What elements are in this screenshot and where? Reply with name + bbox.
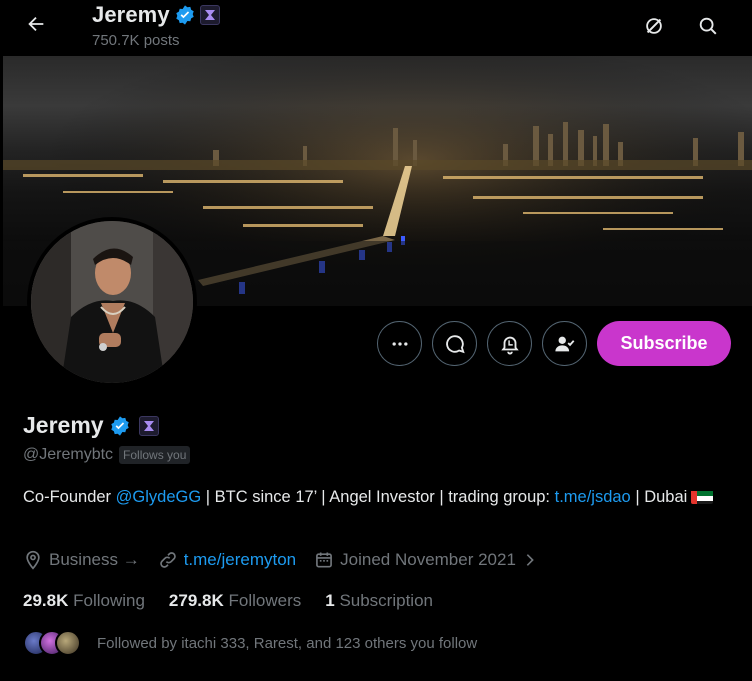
followers-stat[interactable]: 279.8K Followers [169,591,301,611]
follows-you-badge: Follows you [119,446,191,464]
verified-badge-icon [174,4,196,26]
avatar-photo [31,221,193,383]
header-title-block: Jeremy 750.7K posts [92,2,220,49]
bio-text: | Dubai [630,488,688,506]
following-count: 29.8K [23,591,69,610]
handle-row: @Jeremybtc Follows you [23,446,191,464]
top-bar: Jeremy 750.7K posts [0,0,752,55]
grok-icon [646,18,662,34]
uae-flag-icon [691,489,714,504]
more-icon [392,341,407,346]
back-button[interactable] [16,6,56,42]
chevron-right-icon [526,554,534,566]
profile-stats-row: 29.8K Following 279.8K Followers 1 Subsc… [23,591,457,611]
followers-count: 279.8K [168,591,224,610]
more-button[interactable] [377,321,422,366]
back-arrow-icon [28,16,44,32]
following-label: Following [73,591,145,610]
following-button[interactable] [542,321,587,366]
header-name: Jeremy [92,2,170,27]
profile-handle: @Jeremybtc [23,446,114,463]
joined-label: Joined November 2021 [340,550,516,569]
search-button[interactable] [690,8,726,44]
joined-item[interactable]: Joined November 2021 [314,550,538,570]
message-button[interactable] [432,321,477,366]
subscribe-button[interactable]: Subscribe [597,321,731,366]
followed-by-text: Followed by itachi 333, Rarest, and 123 … [97,634,478,652]
post-count: 750.7K posts [92,32,180,49]
bio-telegram-link[interactable]: t.me/jsdao [555,488,631,506]
calendar-icon [316,552,333,568]
location-icon [26,550,40,570]
affiliate-badge-icon[interactable] [138,415,159,436]
message-icon [445,334,465,353]
search-icon [699,17,717,35]
affiliate-badge-icon [199,5,220,25]
following-user-icon [554,336,574,351]
following-stat[interactable]: 29.8K Following [23,591,145,611]
followed-by-row[interactable]: Followed by itachi 333, Rarest, and 123 … [23,630,477,656]
grok-button[interactable] [636,8,672,44]
profile-name-row: Jeremy [23,412,159,439]
notification-bell-icon [500,336,519,355]
bio-text: | BTC since 17’ | Angel Investor | tradi… [201,488,555,506]
profile-name: Jeremy [23,412,104,438]
website-item[interactable]: t.me/jeremyton [158,550,296,570]
profile-bio: Co-Founder @GlydeGG | BTC since 17’ | An… [23,485,738,510]
bio-text: Co-Founder [23,488,116,506]
category-item[interactable]: Business → [23,550,140,570]
bio-mention-link[interactable]: @GlydeGG [116,488,202,506]
profile-avatar[interactable] [27,217,197,387]
subscription-count: 1 [325,591,335,610]
verified-badge-icon[interactable] [109,415,131,437]
followed-by-avatars [23,630,83,656]
subscription-stat[interactable]: 1 Subscription [325,591,433,611]
link-icon [159,552,176,568]
followers-label: Followers [228,591,302,610]
follower-avatar [55,630,81,656]
website-link[interactable]: t.me/jeremyton [184,550,296,570]
category-label: Business → [49,550,140,569]
profile-meta-row: Business → t.me/jeremyton Joined Novembe… [23,550,556,570]
subscription-label: Subscription [339,591,433,610]
notifications-button[interactable] [487,321,532,366]
